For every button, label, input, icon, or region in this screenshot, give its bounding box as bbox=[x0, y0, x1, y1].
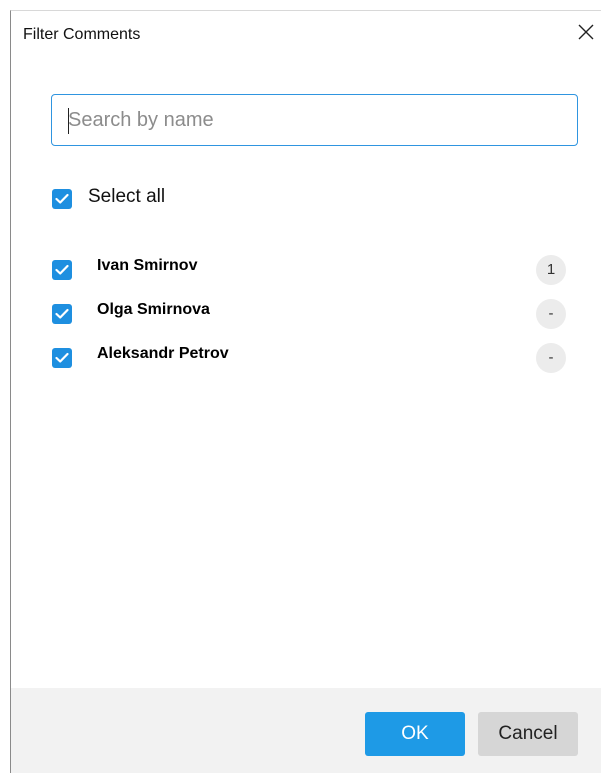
check-icon bbox=[55, 193, 69, 204]
list-item: Olga Smirnova - bbox=[11, 298, 601, 329]
close-icon bbox=[578, 24, 594, 40]
cancel-button[interactable]: Cancel bbox=[478, 712, 578, 756]
person-name: Olga Smirnova bbox=[97, 301, 210, 318]
comment-count-badge: - bbox=[536, 343, 566, 373]
search-input[interactable] bbox=[68, 95, 558, 145]
dialog-footer: OK Cancel bbox=[11, 688, 601, 773]
list-item: Ivan Smirnov 1 bbox=[11, 254, 601, 285]
ok-button[interactable]: OK bbox=[365, 712, 465, 756]
comment-count-badge: - bbox=[536, 299, 566, 329]
check-icon bbox=[55, 308, 69, 319]
person-checkbox[interactable] bbox=[52, 348, 72, 368]
person-name: Ivan Smirnov bbox=[97, 257, 198, 274]
dialog-title: Filter Comments bbox=[23, 26, 141, 43]
close-button[interactable] bbox=[575, 21, 597, 43]
list-item: Aleksandr Petrov - bbox=[11, 342, 601, 373]
person-checkbox[interactable] bbox=[52, 260, 72, 280]
filter-comments-dialog: Filter Comments Select all Ivan Smirnov … bbox=[10, 10, 601, 773]
check-icon bbox=[55, 352, 69, 363]
select-all-label: Select all bbox=[88, 186, 166, 207]
person-checkbox[interactable] bbox=[52, 304, 72, 324]
search-box[interactable] bbox=[51, 94, 578, 146]
text-cursor bbox=[68, 108, 69, 134]
select-all-checkbox[interactable] bbox=[52, 189, 72, 209]
title-bar: Filter Comments bbox=[11, 11, 601, 59]
comment-count-badge: 1 bbox=[536, 255, 566, 285]
check-icon bbox=[55, 264, 69, 275]
person-name: Aleksandr Petrov bbox=[97, 345, 229, 362]
